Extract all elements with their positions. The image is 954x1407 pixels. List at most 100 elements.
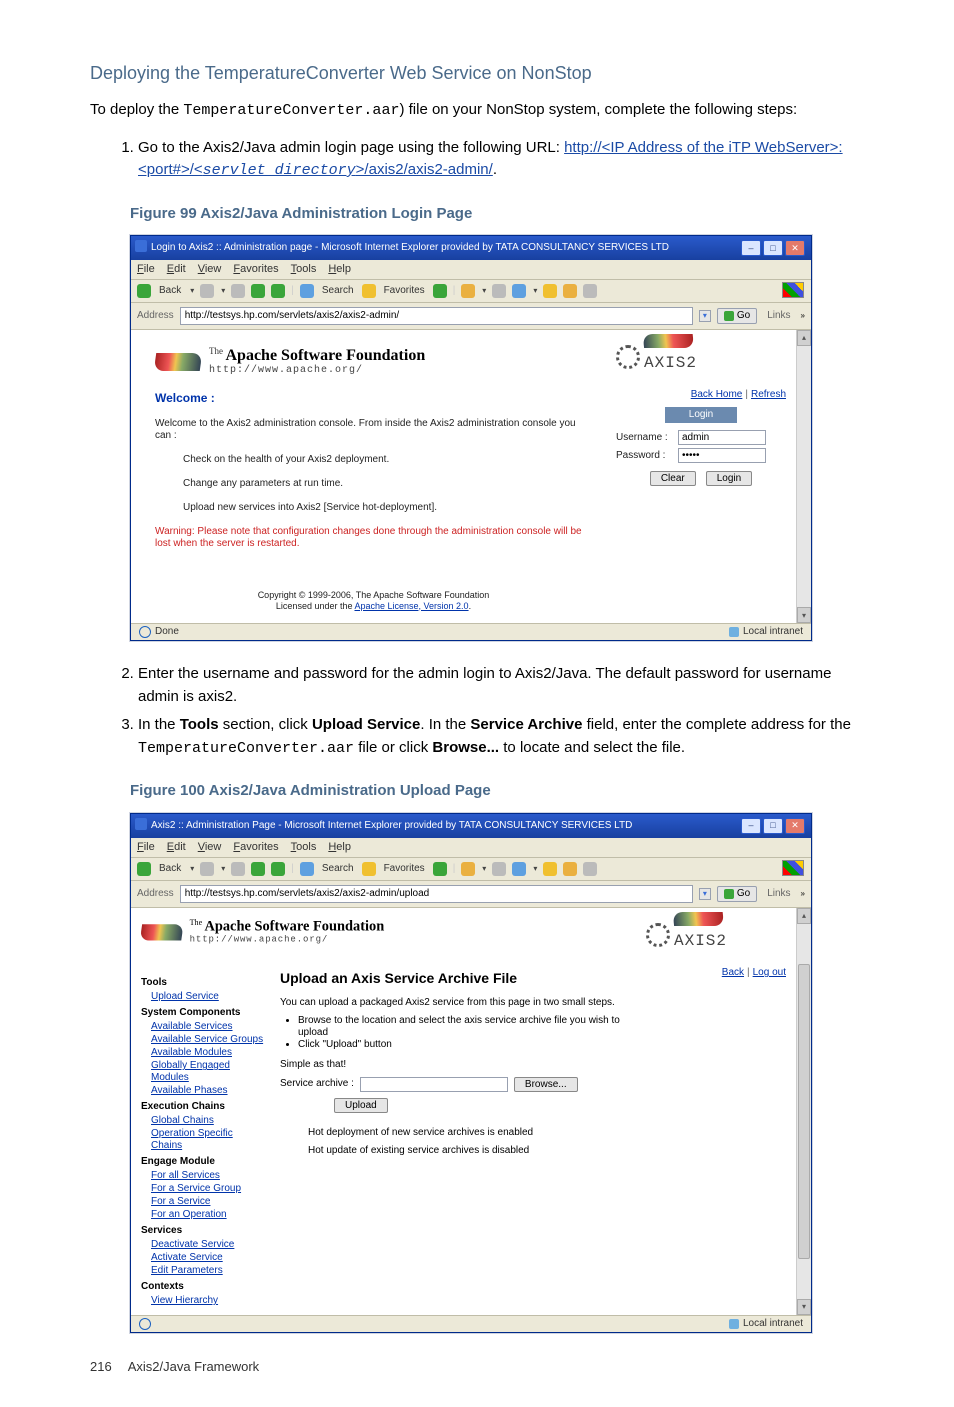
links-label-2[interactable]: Links (763, 888, 794, 900)
links-caret-icon[interactable]: » (801, 311, 805, 321)
back-label[interactable]: Back (157, 285, 183, 297)
nav-view-hierarchy[interactable]: View Hierarchy (151, 1295, 266, 1307)
address-caret-icon[interactable]: ▾ (699, 310, 711, 322)
nav-deactivate[interactable]: Deactivate Service (151, 1239, 266, 1251)
menu-edit[interactable]: Edit (167, 263, 186, 276)
menu-view[interactable]: View (198, 263, 222, 276)
scroll-up-icon-2[interactable]: ▴ (797, 908, 811, 924)
nav-avail-service-groups[interactable]: Available Service Groups (151, 1034, 266, 1046)
minimize-button-2[interactable]: – (741, 818, 761, 834)
search-label-2[interactable]: Search (320, 863, 356, 875)
menu-help[interactable]: Help (328, 263, 351, 276)
scroll-up-icon[interactable]: ▴ (797, 330, 811, 346)
search-label[interactable]: Search (320, 285, 356, 297)
scroll-down-icon[interactable]: ▾ (797, 607, 811, 623)
back-caret-icon[interactable]: ▾ (189, 286, 194, 296)
mail-caret-icon-2[interactable]: ▾ (481, 864, 486, 874)
upload-button[interactable]: Upload (334, 1098, 388, 1113)
search-icon-2[interactable] (300, 862, 314, 876)
address-caret-icon-2[interactable]: ▾ (699, 888, 711, 900)
forward-icon-2[interactable] (200, 862, 214, 876)
stop-icon-2[interactable] (231, 862, 245, 876)
mail-icon[interactable] (461, 284, 475, 298)
nav-global-engaged[interactable]: Globally Engaged Modules (151, 1060, 266, 1084)
nav-eng-group[interactable]: For a Service Group (151, 1183, 266, 1195)
password-input[interactable] (678, 448, 766, 463)
close-button[interactable]: ✕ (785, 240, 805, 256)
nav-op-chains[interactable]: Operation Specific Chains (151, 1128, 266, 1152)
clear-button[interactable]: Clear (650, 471, 696, 486)
menu-tools[interactable]: Tools (291, 263, 317, 276)
links-label[interactable]: Links (763, 310, 794, 322)
favorites-label-2[interactable]: Favorites (382, 863, 427, 875)
login-button[interactable]: Login (706, 471, 752, 486)
menu-edit-2[interactable]: Edit (167, 841, 186, 854)
nav-global-chains[interactable]: Global Chains (151, 1115, 266, 1127)
forward-caret-icon[interactable]: ▾ (220, 286, 225, 296)
nav-avail-services[interactable]: Available Services (151, 1021, 266, 1033)
username-input[interactable] (678, 430, 766, 445)
link-back-home[interactable]: Back Home (691, 389, 743, 400)
home-icon[interactable] (271, 284, 285, 298)
history-icon[interactable] (433, 284, 447, 298)
nav-eng-all[interactable]: For all Services (151, 1170, 266, 1182)
menu-file[interactable]: File (137, 263, 155, 276)
nav-avail-modules[interactable]: Available Modules (151, 1047, 266, 1059)
favorites-icon[interactable] (362, 284, 376, 298)
nav-activate[interactable]: Activate Service (151, 1252, 266, 1264)
forward-caret-icon-2[interactable]: ▾ (220, 864, 225, 874)
research-icon[interactable] (583, 284, 597, 298)
address-field-2[interactable]: http://testsys.hp.com/servlets/axis2/axi… (180, 885, 693, 903)
edit-caret-icon-2[interactable]: ▾ (532, 864, 537, 874)
go-button[interactable]: Go (717, 308, 757, 324)
history-icon-2[interactable] (433, 862, 447, 876)
back-label-2[interactable]: Back (157, 863, 183, 875)
menu-favorites[interactable]: Favorites (233, 263, 278, 276)
maximize-button[interactable]: □ (763, 240, 783, 256)
nav-eng-op[interactable]: For an Operation (151, 1209, 266, 1221)
address-field[interactable]: http://testsys.hp.com/servlets/axis2/axi… (180, 307, 693, 325)
print-icon[interactable] (492, 284, 506, 298)
edit-icon[interactable] (512, 284, 526, 298)
close-button-2[interactable]: ✕ (785, 818, 805, 834)
vertical-scrollbar-2[interactable]: ▴ ▾ (796, 908, 811, 1315)
go-button-2[interactable]: Go (717, 886, 757, 902)
messenger-icon[interactable] (563, 284, 577, 298)
ie-titlebar-2[interactable]: Axis2 :: Administration Page - Microsoft… (131, 814, 811, 838)
mail-icon-2[interactable] (461, 862, 475, 876)
nav-avail-phases[interactable]: Available Phases (151, 1085, 266, 1097)
link-refresh[interactable]: Refresh (751, 389, 786, 400)
forward-icon[interactable] (200, 284, 214, 298)
scroll-down-icon-2[interactable]: ▾ (797, 1299, 811, 1315)
minimize-button[interactable]: – (741, 240, 761, 256)
maximize-button-2[interactable]: □ (763, 818, 783, 834)
edit-caret-icon[interactable]: ▾ (532, 286, 537, 296)
copyright-link[interactable]: Apache License, Version 2.0 (354, 601, 468, 611)
nav-edit-params[interactable]: Edit Parameters (151, 1265, 266, 1277)
vertical-scrollbar[interactable]: ▴ ▾ (796, 330, 811, 623)
home-icon-2[interactable] (271, 862, 285, 876)
search-icon[interactable] (300, 284, 314, 298)
scroll-thumb-2[interactable] (798, 964, 810, 1259)
menu-help-2[interactable]: Help (328, 841, 351, 854)
refresh-icon[interactable] (251, 284, 265, 298)
browse-button[interactable]: Browse... (514, 1077, 578, 1092)
link-logout[interactable]: Log out (753, 967, 786, 978)
favorites-icon-2[interactable] (362, 862, 376, 876)
refresh-icon-2[interactable] (251, 862, 265, 876)
menu-tools-2[interactable]: Tools (291, 841, 317, 854)
back-icon[interactable] (137, 284, 151, 298)
discuss-icon-2[interactable] (543, 862, 557, 876)
link-back-2[interactable]: Back (722, 967, 744, 978)
research-icon-2[interactable] (583, 862, 597, 876)
stop-icon[interactable] (231, 284, 245, 298)
back-caret-icon-2[interactable]: ▾ (189, 864, 194, 874)
favorites-label[interactable]: Favorites (382, 285, 427, 297)
mail-caret-icon[interactable]: ▾ (481, 286, 486, 296)
links-caret-icon-2[interactable]: » (801, 889, 805, 899)
nav-upload-service[interactable]: Upload Service (151, 991, 266, 1003)
menu-file-2[interactable]: File (137, 841, 155, 854)
back-icon-2[interactable] (137, 862, 151, 876)
ie-titlebar[interactable]: Login to Axis2 :: Administration page - … (131, 236, 811, 260)
edit-icon-2[interactable] (512, 862, 526, 876)
